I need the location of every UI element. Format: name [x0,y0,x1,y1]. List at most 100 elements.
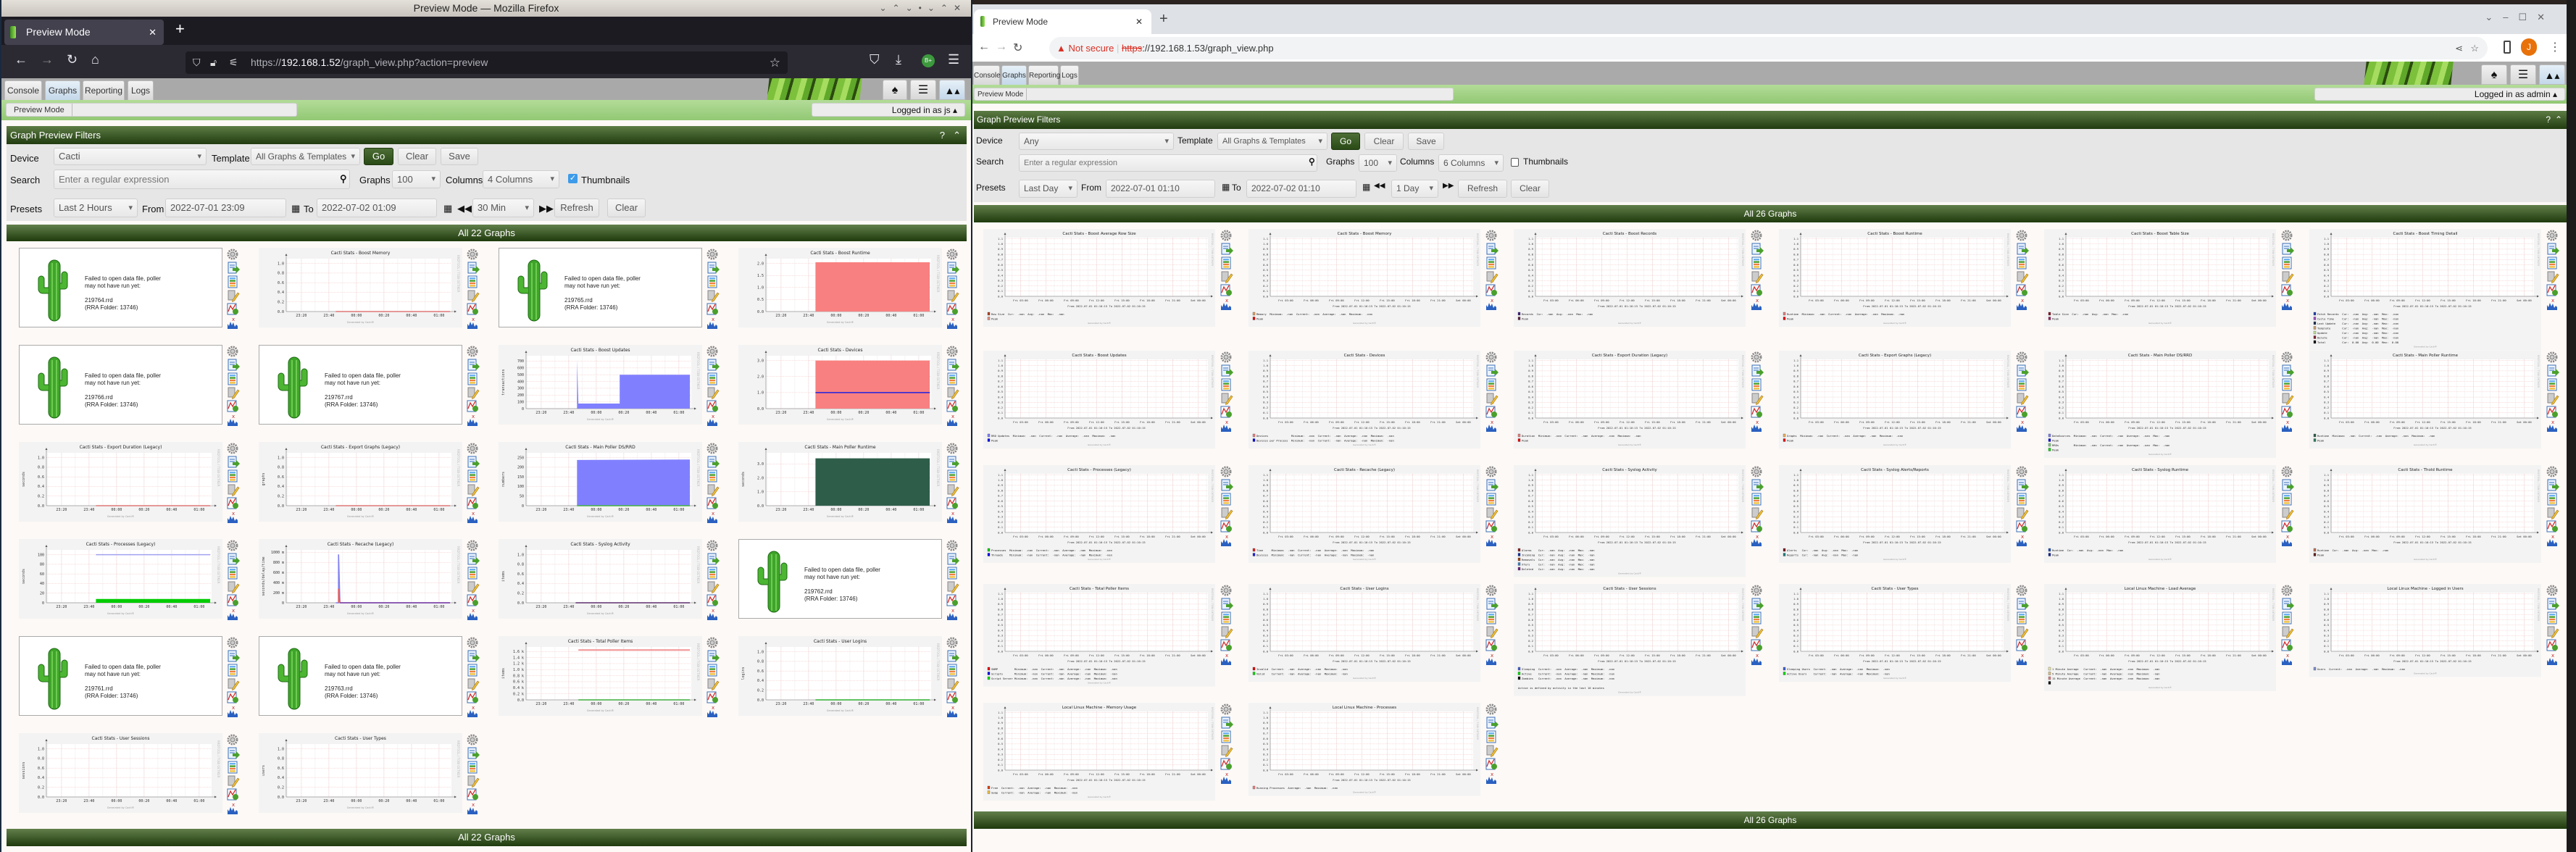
edit-graph-icon[interactable] [706,677,722,691]
realtime-graph-icon[interactable]: x [946,317,962,330]
graph-properties-gear-icon[interactable] [2015,229,2031,243]
realtime-graph-icon[interactable]: x [2015,298,2031,312]
graph-properties-gear-icon[interactable] [1750,465,1766,479]
realtime-graph-icon[interactable]: x [2546,534,2562,548]
show-legend-icon[interactable] [466,567,482,580]
show-legend-icon[interactable] [1220,378,1235,392]
from-date-input[interactable]: 2022-07-01 23:09 [165,199,286,217]
graph-error-thumbnail[interactable]: Failed to open data file, poller may not… [259,345,483,439]
refresh-button[interactable]: Refresh [1458,180,1507,198]
pocket-icon[interactable]: ⛉ [870,52,880,67]
zoom-graph-icon[interactable] [466,691,482,705]
show-legend-icon[interactable] [1220,256,1235,270]
show-legend-icon[interactable] [946,469,962,483]
graph-thumbnail[interactable]: Cacti Stats - Boost Timing Detail Fri 03:… [2309,229,2563,351]
graph-image[interactable]: Cacti Stats - Processes (Legacy)23:20 23:… [19,539,222,619]
graph-properties-gear-icon[interactable] [946,442,962,456]
graph-thumbnail[interactable]: Cacti Stats - User Types 23:20 23:40 00:00 0… [259,733,483,827]
export-csv-icon[interactable] [1750,364,1766,378]
graph-thumbnail[interactable]: Cacti Stats - Recache (Legacy) 23:20 23:40… [259,539,483,633]
export-csv-icon[interactable] [2015,243,2031,256]
realtime-graph-icon[interactable]: x [466,511,482,525]
home-icon[interactable]: ⌂ [91,52,99,67]
export-csv-icon[interactable] [226,262,242,275]
realtime-graph-icon[interactable]: x [946,608,962,622]
realtime-graph-icon[interactable]: x [1220,772,1235,785]
close-tab-icon[interactable]: ✕ [1135,9,1143,34]
zoom-graph-icon[interactable] [226,594,242,608]
edit-graph-icon[interactable] [226,289,242,303]
realtime-graph-icon[interactable]: x [1220,419,1235,433]
show-legend-icon[interactable] [226,567,242,580]
graph-error-thumbnail[interactable]: Failed to open data file, poller may not… [499,248,723,342]
zoom-graph-icon[interactable] [226,497,242,511]
export-csv-icon[interactable] [1220,364,1235,378]
zoom-graph-icon[interactable] [1750,406,1766,419]
tracking-shield-icon[interactable]: ⛉ [193,51,201,74]
show-legend-icon[interactable] [466,761,482,774]
graph-image[interactable]: Cacti Stats - Export Graphs (Legacy)23:2… [259,442,462,522]
timespan-select[interactable]: 30 Min [472,199,534,217]
graph-properties-gear-icon[interactable] [1750,229,1766,243]
bookmark-star-icon[interactable]: ☆ [770,51,780,74]
realtime-graph-icon[interactable]: x [1750,653,1766,667]
graph-thumbnail[interactable]: Cacti Stats - Syslog Runtime Fri 03:00 Fri… [2044,465,2298,563]
graph-properties-gear-icon[interactable] [466,345,482,359]
user-menu[interactable]: Logged in as admin ▴ [2314,88,2565,101]
zoom-graph-icon[interactable] [2546,520,2562,534]
edit-graph-icon[interactable] [2546,506,2562,520]
show-legend-icon[interactable] [466,664,482,677]
graph-thumbnail[interactable]: Local Linux Machine - Processes Fri 03:00… [1249,703,1502,796]
save-button[interactable]: Save [441,148,478,165]
zoom-graph-icon[interactable] [706,594,722,608]
show-legend-icon[interactable] [946,664,962,677]
edit-graph-icon[interactable] [2546,392,2562,406]
graph-image[interactable]: Local Linux Machine - ProcessesFri 03:00… [1249,703,1480,796]
preview-view-icon[interactable]: ▲▴ [2539,64,2565,85]
realtime-graph-icon[interactable]: x [706,511,722,525]
edit-graph-icon[interactable] [226,774,242,788]
export-csv-icon[interactable] [466,456,482,469]
graph-properties-gear-icon[interactable] [1750,351,1766,364]
show-legend-icon[interactable] [1750,256,1766,270]
graph-properties-gear-icon[interactable] [466,248,482,262]
graph-image[interactable]: Cacti Stats - Total Poller Items23:20 23:… [499,636,702,716]
graph-image[interactable]: Cacti Stats - User TypesFri 03:00 Fri 06:… [1779,584,2011,682]
tab-logs[interactable]: Logs [1060,65,1079,85]
tab-graphs[interactable]: Graphs [1001,65,1027,85]
go-button[interactable]: Go [1331,133,1360,150]
graph-image[interactable]: Cacti Stats - Devices23:20 23:40 00:00 00:2… [738,345,942,425]
graph-image[interactable]: Cacti Stats - Export Graphs (Legacy)Fri … [1779,351,2011,448]
show-legend-icon[interactable] [1220,493,1235,506]
edit-graph-icon[interactable] [1485,625,1501,639]
graph-image[interactable]: Cacti Stats - Syslog Activity23:20 23:40 0… [499,539,702,619]
tab-graphs[interactable]: Graphs [45,80,80,100]
export-csv-icon[interactable] [946,456,962,469]
graph-image[interactable]: Cacti Stats - Boost UpdatesFri 03:00 Fri … [983,351,1215,448]
graph-thumbnail[interactable]: Cacti Stats - Boost Runtime 23:20 23:40 00:… [738,248,963,342]
zoom-graph-icon[interactable] [2015,639,2031,653]
show-legend-icon[interactable] [706,567,722,580]
to-date-input[interactable]: 2022-07-02 01:10 [1246,180,1356,198]
realtime-graph-icon[interactable]: x [1485,653,1501,667]
edit-graph-icon[interactable] [2280,506,2296,520]
url-bar[interactable]: ⛉ 🔓︎ ⚟ https://192.168.1.52/graph_view.p… [186,51,788,74]
zoom-graph-icon[interactable] [1220,520,1235,534]
show-legend-icon[interactable] [2280,378,2296,392]
graph-thumbnail[interactable]: Cacti Stats - Export Graphs (Legacy) 23:2… [259,442,483,536]
zoom-graph-icon[interactable] [2546,406,2562,419]
graph-properties-gear-icon[interactable] [1220,703,1235,717]
export-csv-icon[interactable] [1220,598,1235,611]
graph-thumbnail[interactable]: Cacti Stats - Boost Updates 23:20 23:40 00:… [499,345,723,439]
export-csv-icon[interactable] [2546,364,2562,378]
zoom-graph-icon[interactable] [226,788,242,802]
graph-properties-gear-icon[interactable] [226,345,242,359]
browser-tab-preview-mode[interactable]: Preview Mode ✕ [4,20,164,45]
zoom-graph-icon[interactable] [466,594,482,608]
from-calendar-icon[interactable]: ▦ [291,203,300,214]
realtime-graph-icon[interactable]: x [706,317,722,330]
graph-properties-gear-icon[interactable] [706,539,722,553]
share-icon[interactable]: ⋖ [2455,37,2463,59]
zoom-graph-icon[interactable] [706,497,722,511]
show-legend-icon[interactable] [1750,611,1766,625]
